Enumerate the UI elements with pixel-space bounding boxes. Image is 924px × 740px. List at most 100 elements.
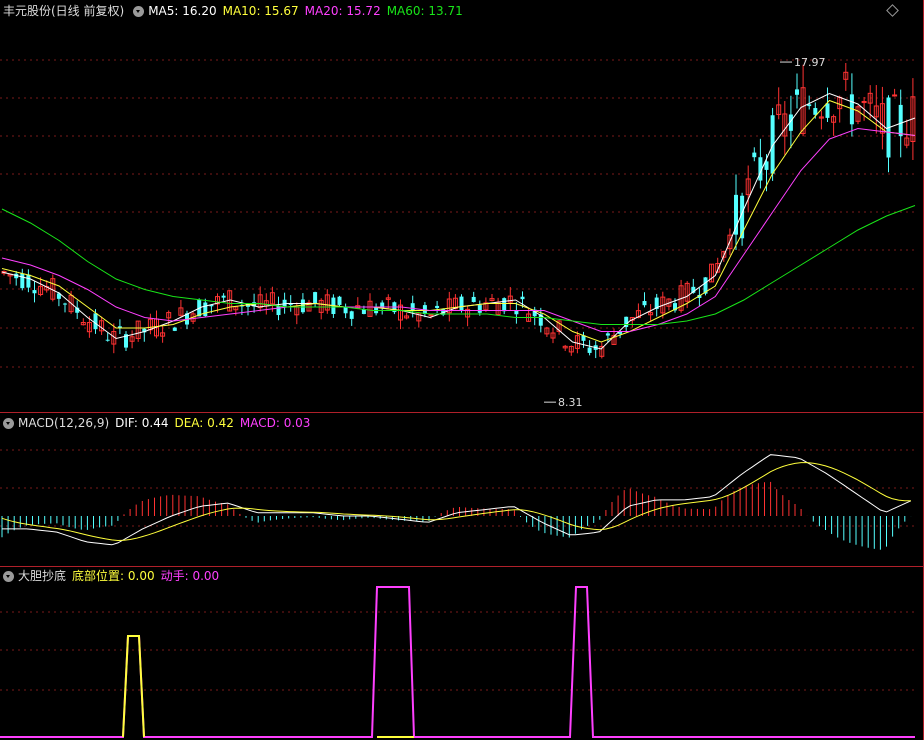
candle xyxy=(745,165,751,213)
candle xyxy=(135,320,141,342)
candle xyxy=(507,287,513,311)
candle-body xyxy=(825,103,830,118)
candle-body xyxy=(813,108,818,115)
candle xyxy=(892,88,898,97)
candle-body xyxy=(502,298,507,312)
candle xyxy=(32,281,37,303)
candle xyxy=(795,73,799,109)
candle xyxy=(574,331,580,354)
candle-body xyxy=(752,152,757,158)
candle xyxy=(392,301,397,315)
candle xyxy=(489,293,495,302)
candle xyxy=(800,64,806,137)
candle xyxy=(855,105,861,125)
candle xyxy=(20,268,25,291)
candle-body xyxy=(203,302,208,317)
candle xyxy=(324,289,330,314)
candle xyxy=(63,302,67,313)
candle-body xyxy=(337,296,342,305)
candle xyxy=(740,192,745,246)
stock-chart-window: { "main_panel": { "stock_label": "丰元股份(日… xyxy=(0,0,924,740)
chart-canvas: 17.97 8.31 xyxy=(0,56,916,738)
candle xyxy=(593,340,598,359)
candle-body xyxy=(105,339,110,341)
candle xyxy=(886,95,891,173)
candle xyxy=(398,299,403,330)
candle-body xyxy=(282,299,287,307)
candle xyxy=(642,292,647,308)
candle-body xyxy=(892,94,898,97)
candle xyxy=(349,310,354,326)
candle xyxy=(343,303,348,319)
candle xyxy=(776,87,782,120)
candle xyxy=(172,326,177,332)
action-signal-line xyxy=(0,586,915,738)
candle xyxy=(477,300,482,316)
candle xyxy=(544,326,550,337)
candle-body xyxy=(459,296,464,311)
candle xyxy=(599,342,605,359)
candle xyxy=(154,310,159,339)
candle-body xyxy=(300,299,305,313)
candle xyxy=(99,316,105,335)
candle xyxy=(306,299,312,312)
candle xyxy=(465,306,471,327)
candle-body xyxy=(361,309,366,314)
candle xyxy=(587,340,592,356)
candle xyxy=(514,302,519,324)
candle-body xyxy=(428,314,434,317)
candle xyxy=(471,291,476,303)
candle xyxy=(849,73,854,137)
candle xyxy=(221,293,226,302)
candle-body xyxy=(32,290,37,294)
candle-body xyxy=(172,327,177,331)
bottom-signal-line xyxy=(122,635,145,738)
candle xyxy=(446,291,452,322)
candle xyxy=(879,86,885,150)
candle xyxy=(788,95,793,149)
candle xyxy=(654,293,659,317)
candle xyxy=(831,114,837,136)
candle-body xyxy=(795,89,799,95)
candle-body xyxy=(435,305,440,309)
candle-body xyxy=(477,305,482,313)
candle xyxy=(734,174,738,251)
candle xyxy=(203,298,208,318)
ma-line-ma20 xyxy=(1,127,916,332)
candle-body xyxy=(343,307,348,314)
candle xyxy=(873,85,879,134)
candle xyxy=(385,294,391,309)
candle xyxy=(502,297,507,315)
candle xyxy=(459,294,464,313)
candle xyxy=(337,295,342,307)
candle-body xyxy=(276,305,281,316)
candle xyxy=(117,319,122,335)
dea-line xyxy=(1,462,911,542)
candle xyxy=(678,279,684,313)
candle xyxy=(124,331,128,351)
candle-body xyxy=(221,295,226,298)
candle xyxy=(568,345,574,356)
candle xyxy=(404,312,410,320)
candle xyxy=(562,344,568,351)
candle xyxy=(105,332,110,342)
candle-body xyxy=(63,303,67,305)
candle xyxy=(550,328,556,344)
high-price-label: 17.97 xyxy=(794,56,826,69)
candle-body xyxy=(520,296,525,300)
candle-body xyxy=(20,273,25,289)
candle xyxy=(318,298,324,320)
candle-body xyxy=(605,333,610,336)
candle xyxy=(147,313,153,335)
candle-body xyxy=(26,274,31,288)
candle xyxy=(50,274,56,302)
candle-body xyxy=(898,104,903,137)
candle-body xyxy=(642,301,647,306)
candle-body xyxy=(349,311,354,319)
dif-line xyxy=(2,454,912,546)
candle-body xyxy=(313,292,318,304)
candle xyxy=(233,306,239,316)
candle xyxy=(758,138,763,189)
candle xyxy=(374,303,379,316)
low-price-label: 8.31 xyxy=(558,396,583,409)
